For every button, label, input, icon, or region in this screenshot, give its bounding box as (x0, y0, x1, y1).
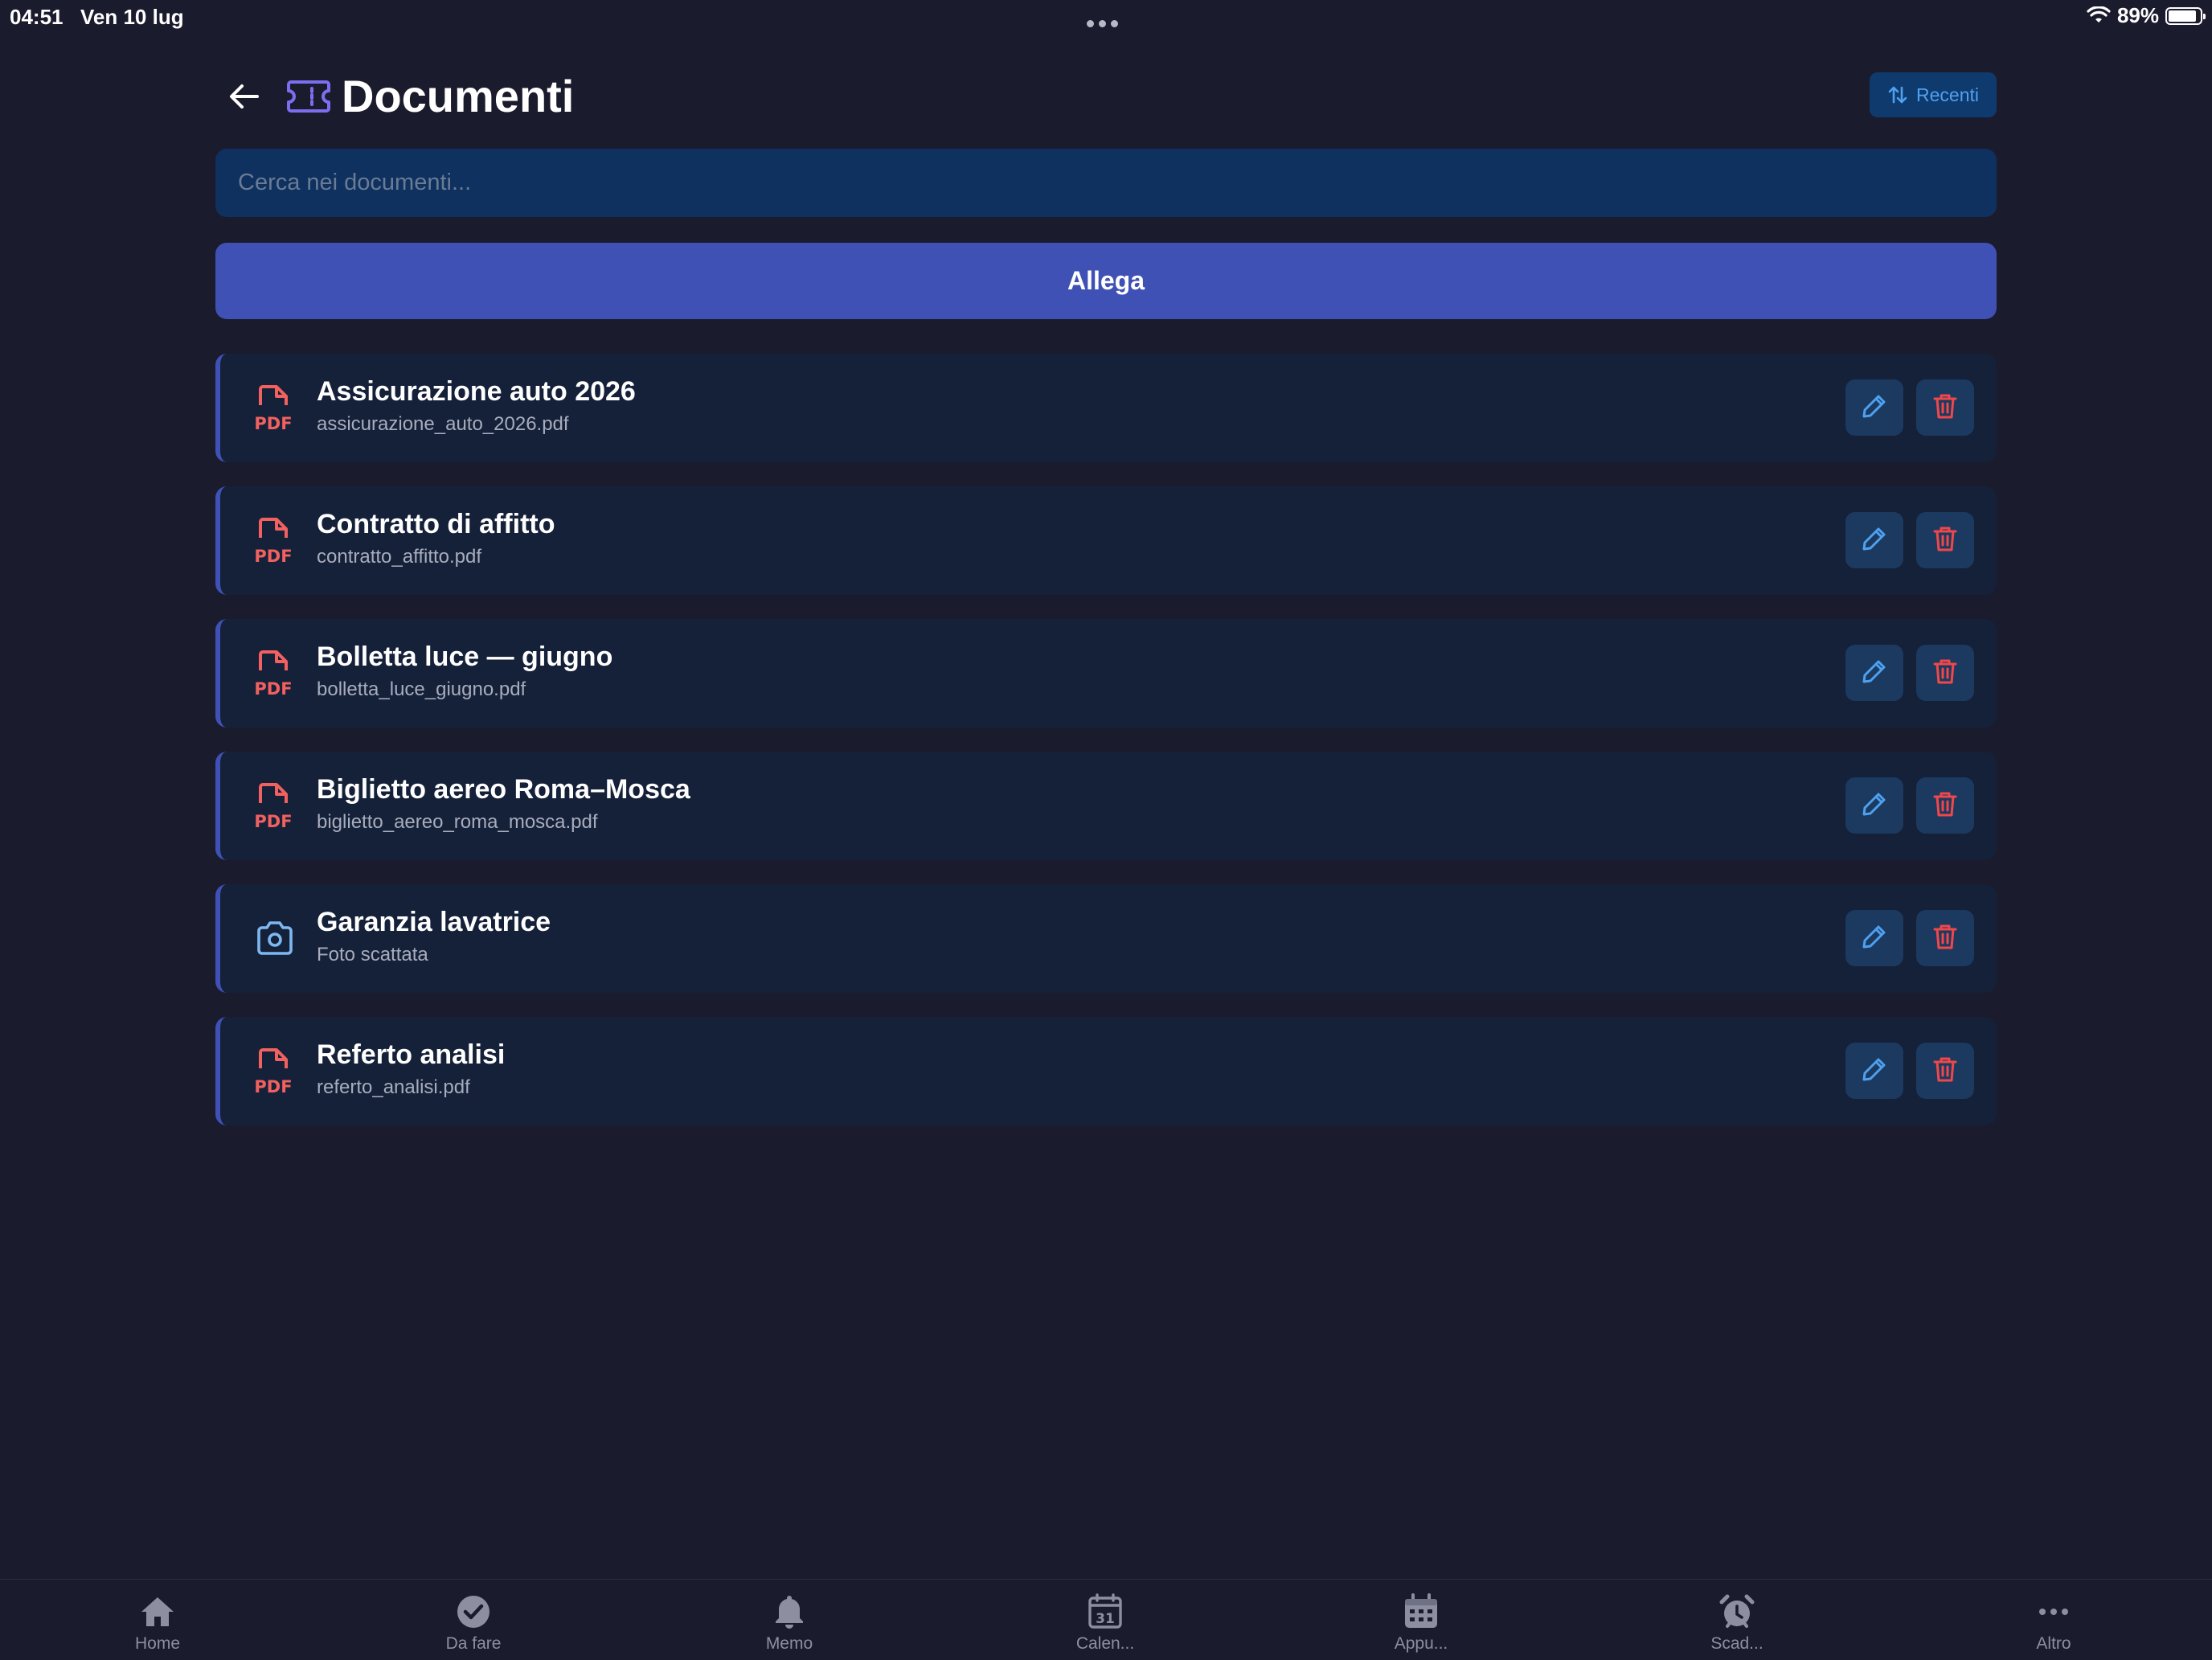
tab-calen[interactable]: 31 Calen... (1025, 1580, 1186, 1660)
svg-text:PDF: PDF (254, 547, 292, 565)
page-header: Documenti Recenti (215, 64, 1997, 129)
svg-text:PDF: PDF (254, 679, 292, 698)
multitasking-dots-icon[interactable] (1087, 8, 1123, 33)
document-name: Assicurazione auto 2026 (317, 376, 636, 407)
tab-label: Home (134, 1634, 181, 1653)
edit-button[interactable] (1845, 379, 1903, 436)
sort-label: Recenti (1916, 84, 1979, 105)
edit-button[interactable] (1845, 645, 1903, 701)
pencil-icon (1860, 1055, 1889, 1088)
svg-text:PDF: PDF (254, 414, 292, 432)
sort-button[interactable]: Recenti (1870, 72, 1997, 117)
pencil-icon (1860, 922, 1889, 955)
tab-label: Da fare (445, 1634, 502, 1653)
document-name: Bolletta luce — giugno (317, 641, 613, 672)
tab-label: Altro (2036, 1634, 2071, 1653)
trash-icon (1931, 524, 1960, 557)
document-name: Referto analisi (317, 1039, 506, 1070)
attach-button[interactable]: Allega (215, 243, 1997, 319)
delete-button[interactable] (1916, 645, 1974, 701)
battery-icon (2165, 6, 2206, 25)
bell-icon (768, 1591, 810, 1633)
tab-label: Scad... (1710, 1634, 1763, 1653)
more-icon (2033, 1591, 2075, 1633)
delete-button[interactable] (1916, 1043, 1974, 1099)
home-icon (137, 1591, 178, 1633)
alarm-clock-icon (1716, 1591, 1758, 1633)
document-filename: bolletta_luce_giugno.pdf (317, 678, 526, 700)
tab-label: Calen... (1075, 1634, 1135, 1653)
document-name: Garanzia lavatrice (317, 907, 551, 937)
camera-icon (252, 915, 297, 963)
pencil-icon (1860, 391, 1889, 424)
document-name: Biglietto aereo Roma–Mosca (317, 774, 690, 805)
trash-icon (1931, 1055, 1960, 1088)
tab-da-fare[interactable]: Da fare (393, 1580, 554, 1660)
document-list: PDF Assicurazione auto 2026 assicurazione_… (215, 354, 1997, 1150)
search-input[interactable] (215, 149, 1997, 217)
calendar-31-icon: 31 (1084, 1591, 1126, 1633)
pdf-icon: PDF (252, 650, 297, 699)
status-time: 04:51 (10, 5, 63, 29)
pencil-icon (1860, 524, 1889, 557)
trash-icon (1931, 922, 1960, 955)
edit-button[interactable] (1845, 910, 1903, 966)
document-card[interactable]: Garanzia lavatrice Foto scattata (215, 884, 1997, 993)
trash-icon (1931, 391, 1960, 424)
document-filename: contratto_affitto.pdf (317, 546, 482, 568)
arrow-left-icon (230, 84, 259, 109)
document-card[interactable]: PDF Biglietto aereo Roma–Mosca biglietto_a… (215, 752, 1997, 860)
document-card[interactable]: PDF Assicurazione auto 2026 assicurazione_… (215, 354, 1997, 462)
tab-memo[interactable]: Memo (709, 1580, 870, 1660)
bottom-tab-bar: Home Da fare Memo 31 Calen... Appu... Scad... A… (0, 1579, 2212, 1659)
pencil-icon (1860, 657, 1889, 690)
document-name: Contratto di affitto (317, 509, 555, 539)
ticket-icon (287, 80, 330, 113)
document-card[interactable]: PDF Contratto di affitto contratto_affitto… (215, 486, 1997, 595)
back-button[interactable] (215, 72, 273, 121)
sort-arrows-icon (1888, 86, 1907, 104)
edit-button[interactable] (1845, 512, 1903, 568)
delete-button[interactable] (1916, 910, 1974, 966)
wifi-icon (2087, 6, 2111, 23)
tab-label: Memo (765, 1634, 813, 1653)
trash-icon (1931, 657, 1960, 690)
calendar-grid-icon (1400, 1591, 1442, 1633)
calendar-day-number: 31 (1096, 1611, 1115, 1627)
pdf-icon: PDF (252, 384, 297, 433)
pdf-icon: PDF (252, 517, 297, 566)
document-filename: biglietto_aereo_roma_mosca.pdf (317, 811, 598, 833)
tab-appu[interactable]: Appu... (1341, 1580, 1501, 1660)
battery-percentage: 89% (2116, 3, 2159, 27)
delete-button[interactable] (1916, 512, 1974, 568)
page-title: Documenti (342, 71, 575, 121)
trash-icon (1931, 789, 1960, 822)
pdf-icon: PDF (252, 1047, 297, 1096)
tab-scad[interactable]: Scad... (1657, 1580, 1817, 1660)
document-filename: assicurazione_auto_2026.pdf (317, 413, 569, 435)
document-filename: Foto scattata (317, 944, 428, 965)
document-filename: referto_analisi.pdf (317, 1076, 470, 1098)
tab-home[interactable]: Home (77, 1580, 238, 1660)
delete-button[interactable] (1916, 379, 1974, 436)
edit-button[interactable] (1845, 1043, 1903, 1099)
status-date: Ven 10 lug (80, 5, 184, 29)
svg-text:PDF: PDF (254, 812, 292, 830)
status-bar: 04:51 Ven 10 lug 89% (0, 0, 2212, 35)
tab-altro[interactable]: Altro (1973, 1580, 2134, 1660)
document-card[interactable]: PDF Bolletta luce — giugno bolletta_luce_g… (215, 619, 1997, 728)
svg-text:PDF: PDF (254, 1077, 292, 1096)
pencil-icon (1860, 789, 1889, 822)
document-card[interactable]: PDF Referto analisi referto_analisi.pdf (215, 1017, 1997, 1125)
tab-label: Appu... (1394, 1634, 1448, 1653)
edit-button[interactable] (1845, 777, 1903, 834)
check-circle-icon (453, 1591, 494, 1633)
delete-button[interactable] (1916, 777, 1974, 834)
pdf-icon: PDF (252, 782, 297, 831)
